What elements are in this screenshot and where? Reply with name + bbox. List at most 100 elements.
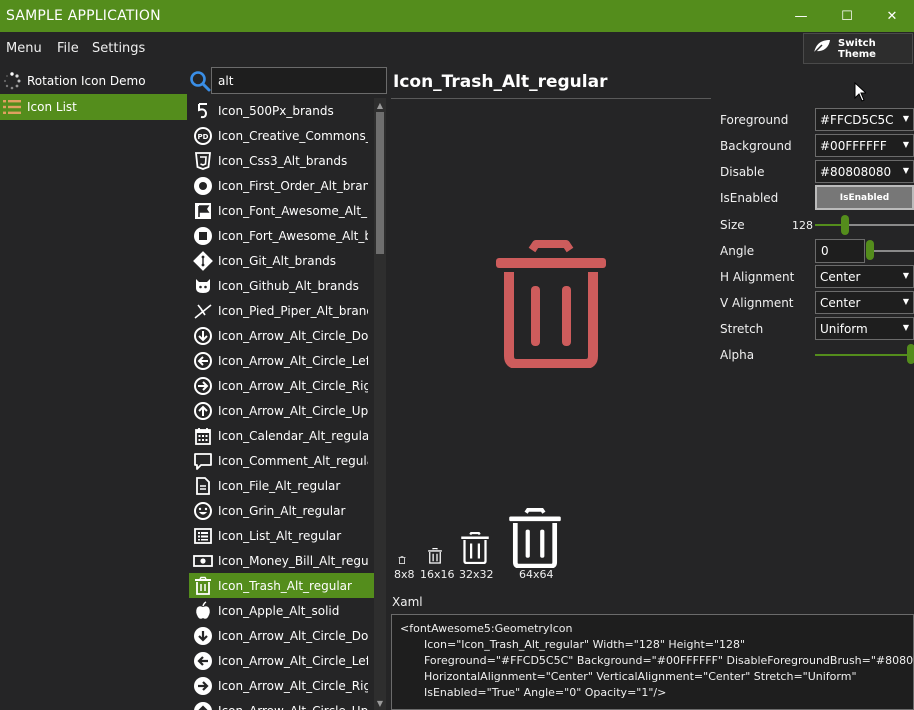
- list-item[interactable]: Icon_Trash_Alt_regular: [189, 573, 374, 598]
- first-order-icon: [192, 175, 214, 197]
- list-item-label: Icon_Trash_Alt_regular: [218, 578, 352, 593]
- minimize-button[interactable]: —: [778, 0, 824, 32]
- list-item[interactable]: Icon_Arrow_Alt_Circle_Do...: [189, 623, 374, 648]
- list-item[interactable]: PD Icon_Creative_Commons_P...: [189, 123, 374, 148]
- arrow-circle-left-solid-icon: [192, 650, 214, 672]
- switch-theme-button[interactable]: Switch Theme: [803, 33, 913, 64]
- fort-awesome-icon: [192, 225, 214, 247]
- list-item[interactable]: Icon_Pied_Piper_Alt_brands: [189, 298, 374, 323]
- list-item[interactable]: Icon_Arrow_Alt_Circle_Do...: [189, 323, 374, 348]
- trash-icon-16: [428, 548, 442, 564]
- 500px-icon: [192, 100, 214, 122]
- v-alignment-select[interactable]: Center ▼: [815, 291, 914, 314]
- page-title: Icon_Trash_Alt_regular: [393, 72, 608, 92]
- list-item[interactable]: Icon_Comment_Alt_regular: [189, 448, 374, 473]
- svg-text:PD: PD: [198, 133, 209, 141]
- list-item[interactable]: Icon_File_Alt_regular: [189, 473, 374, 498]
- arrow-circle-up-icon: [192, 400, 214, 422]
- menu-item-settings[interactable]: Settings: [92, 41, 145, 56]
- scroll-down-icon[interactable]: ▼: [374, 698, 386, 710]
- isenabled-toggle-button[interactable]: IsEnabled: [815, 185, 914, 210]
- background-select[interactable]: #00FFFFFF ▼: [815, 134, 914, 157]
- list-item[interactable]: Icon_Grin_Alt_regular: [189, 498, 374, 523]
- list-item-label: Icon_Css3_Alt_brands: [218, 153, 348, 168]
- search-input[interactable]: [211, 67, 387, 94]
- foreground-label: Foreground: [720, 113, 789, 127]
- xaml-line: Icon="Icon_Trash_Alt_regular" Width="128…: [424, 638, 746, 651]
- isenabled-label: IsEnabled: [720, 191, 779, 205]
- size-previews: 8x8 16x16 32x32 64x64: [390, 506, 570, 586]
- list-item-label: Icon_Arrow_Alt_Circle_Rig...: [218, 678, 368, 693]
- list-item[interactable]: Icon_Github_Alt_brands: [189, 273, 374, 298]
- trash-icon-8: [398, 556, 406, 564]
- chevron-down-icon: ▼: [902, 323, 909, 332]
- list-item-label: Icon_Font_Awesome_Alt_b...: [218, 203, 368, 218]
- search-icon: [189, 70, 211, 92]
- menu-bar: Menu File Settings: [0, 32, 914, 66]
- list-item[interactable]: Icon_Money_Bill_Alt_regular: [189, 548, 374, 573]
- list-item[interactable]: Icon_First_Order_Alt_brands: [189, 173, 374, 198]
- size-label-16: 16x16: [420, 568, 455, 581]
- angle-input[interactable]: 0: [815, 239, 865, 263]
- h-alignment-select[interactable]: Center ▼: [815, 265, 914, 288]
- scroll-up-icon[interactable]: ▲: [374, 100, 386, 112]
- list-item[interactable]: Icon_Arrow_Alt_Circle_Left...: [189, 648, 374, 673]
- title-bar: SAMPLE APPLICATION — ☐ ✕: [0, 0, 914, 32]
- list-item-label: Icon_List_Alt_regular: [218, 528, 342, 543]
- list-item-label: Icon_Calendar_Alt_regular: [218, 428, 368, 443]
- list-item[interactable]: Icon_Arrow_Alt_Circle_Left...: [189, 348, 374, 373]
- comment-icon: [192, 450, 214, 472]
- trash-icon: [496, 240, 606, 369]
- chevron-down-icon: ▼: [902, 166, 909, 175]
- list-item[interactable]: Icon_Git_Alt_brands: [189, 248, 374, 273]
- menu-item-file[interactable]: File: [57, 41, 79, 56]
- arrow-circle-up-solid-icon: [192, 700, 214, 710]
- size-label-8: 8x8: [394, 568, 415, 581]
- menu-item-menu[interactable]: Menu: [6, 41, 42, 56]
- list-item-label: Icon_Fort_Awesome_Alt_br...: [218, 228, 368, 243]
- list-item[interactable]: Icon_Arrow_Alt_Circle_Rig...: [189, 373, 374, 398]
- list-item-label: Icon_First_Order_Alt_brands: [218, 178, 368, 193]
- list-item[interactable]: Icon_Css3_Alt_brands: [189, 148, 374, 173]
- list-item[interactable]: Icon_Calendar_Alt_regular: [189, 423, 374, 448]
- list-item[interactable]: Icon_Arrow_Alt_Circle_Up_...: [189, 398, 374, 423]
- angle-label: Angle: [720, 244, 755, 258]
- close-button[interactable]: ✕: [869, 0, 914, 32]
- list-item[interactable]: Icon_List_Alt_regular: [189, 523, 374, 548]
- foreground-select[interactable]: #FFCD5C5C ▼: [815, 108, 914, 131]
- arrow-circle-down-solid-icon: [192, 625, 214, 647]
- list-item[interactable]: Icon_Font_Awesome_Alt_b...: [189, 198, 374, 223]
- size-label-32: 32x32: [459, 568, 494, 581]
- list-item-label: Icon_Arrow_Alt_Circle_Up...: [218, 704, 368, 710]
- properties-panel: Foreground #FFCD5C5C ▼ Background #00FFF…: [714, 106, 914, 368]
- list-item[interactable]: Icon_Arrow_Alt_Circle_Up...: [189, 698, 374, 710]
- disable-select[interactable]: #80808080 ▼: [815, 160, 914, 183]
- trash-icon-32: [461, 532, 489, 564]
- stretch-select[interactable]: Uniform ▼: [815, 317, 914, 340]
- xaml-line: HorizontalAlignment="Center" VerticalAli…: [424, 670, 857, 683]
- list-item-label: Icon_Creative_Commons_P...: [218, 128, 368, 143]
- list-item[interactable]: Icon_Fort_Awesome_Alt_br...: [189, 223, 374, 248]
- chevron-down-icon: ▼: [902, 140, 909, 149]
- list-item[interactable]: Icon_500Px_brands: [189, 98, 374, 123]
- xaml-textbox[interactable]: <fontAwesome5:GeometryIcon Icon="Icon_Tr…: [391, 614, 914, 710]
- maximize-button[interactable]: ☐: [824, 0, 870, 32]
- list-item[interactable]: Icon_Apple_Alt_solid: [189, 598, 374, 623]
- list-item-label: Icon_500Px_brands: [218, 103, 334, 118]
- angle-slider-thumb[interactable]: [866, 240, 874, 260]
- v-alignment-label: V Alignment: [720, 296, 794, 310]
- nav-item-label: Icon List: [27, 100, 77, 114]
- size-slider-thumb[interactable]: [841, 215, 849, 235]
- h-alignment-label: H Alignment: [720, 270, 795, 284]
- arrow-circle-right-icon: [192, 375, 214, 397]
- nav-item-rotation-icon-demo[interactable]: Rotation Icon Demo: [0, 68, 187, 94]
- stretch-value: Uniform: [820, 321, 868, 336]
- trash-icon-64: [509, 508, 561, 568]
- alpha-slider-thumb[interactable]: [907, 344, 914, 364]
- list-item-label: Icon_Arrow_Alt_Circle_Left...: [218, 653, 368, 668]
- list-item-label: Icon_Grin_Alt_regular: [218, 503, 346, 518]
- list-item[interactable]: Icon_Arrow_Alt_Circle_Rig...: [189, 673, 374, 698]
- icon-list-scrollbar[interactable]: ▲ ▼: [374, 98, 386, 710]
- nav-item-icon-list[interactable]: Icon List: [0, 94, 187, 120]
- scroll-thumb[interactable]: [376, 112, 384, 254]
